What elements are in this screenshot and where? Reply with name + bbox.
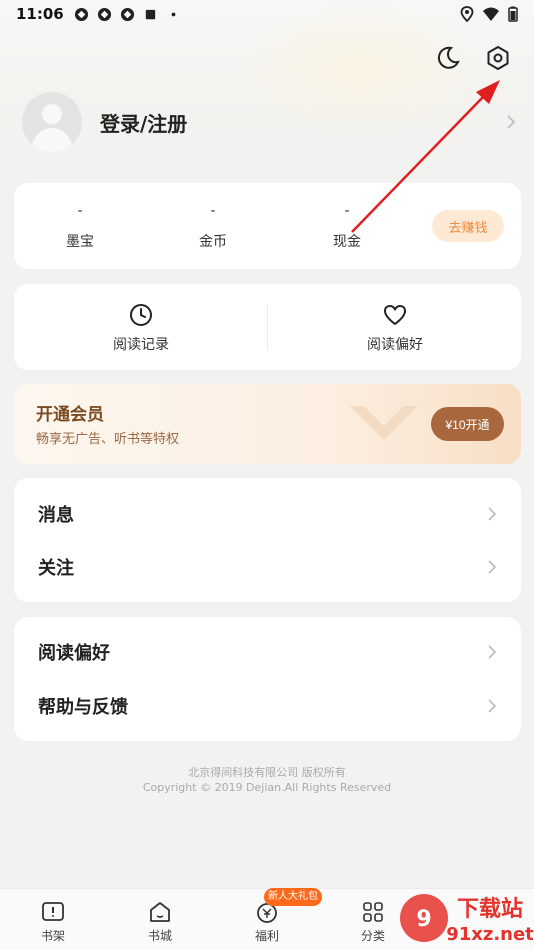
reading-history-button[interactable]: 阅读记录 [14,302,268,354]
wallet-stats-card: - 墨宝 - 金币 - 现金 去赚钱 [14,183,521,269]
vip-purchase-button[interactable]: ¥10开通 [431,407,504,441]
menu-item-label: 帮助与反馈 [38,697,128,718]
avatar[interactable] [22,92,82,152]
reading-preference-button[interactable]: 阅读偏好 [268,302,522,354]
heart-icon [384,305,406,325]
square-notification-icon [145,9,155,19]
menu-item-label: 阅读偏好 [38,643,110,664]
vip-subtitle: 畅享无广告、听书等特权 [36,432,180,447]
tab-label: 福利 [254,929,279,943]
wifi-icon [483,7,499,21]
stat-cash[interactable]: - 现金 [307,203,387,251]
stat-mobao[interactable]: - 墨宝 [40,203,120,251]
clock-icon [130,304,152,326]
dot-icon [171,12,176,16]
svg-text:91xz.net: 91xz.net [446,924,534,945]
bookshelf-icon [42,902,64,921]
stat-label: 现金 [333,234,361,250]
tab-label: 书城 [147,929,172,943]
chevron-right-icon [488,699,497,713]
stat-label: 金币 [199,234,227,250]
stat-label: 墨宝 [66,234,94,250]
menu-item-follow[interactable]: 关注 [14,540,521,594]
menu-item-help-feedback[interactable]: 帮助与反馈 [14,679,521,733]
earn-money-button[interactable]: 去赚钱 [432,210,504,242]
tab-label: 书架 [40,929,65,943]
stat-value: - [210,203,216,219]
chevron-right-icon [488,645,497,659]
app-notification-icon [74,7,88,21]
menu-group-preferences: 阅读偏好 帮助与反馈 [14,617,521,741]
menu-item-label: 关注 [38,558,74,579]
status-bar: 11:06 [0,0,534,28]
chevron-right-icon [488,560,497,574]
stat-value: - [344,203,350,219]
vip-title: 开通会员 [36,405,104,425]
stat-value: - [77,203,83,219]
settings-icon[interactable] [484,44,512,72]
profile-login-row[interactable]: 登录/注册 [22,92,520,152]
home-icon [150,902,170,922]
reading-history-label: 阅读记录 [113,337,169,353]
svg-text:9: 9 [416,907,431,932]
chevron-right-icon [507,115,516,129]
svg-text:下载站: 下载站 [457,896,523,922]
grid-icon [363,902,383,922]
night-mode-icon[interactable] [434,44,462,72]
quick-access-card: 阅读记录 阅读偏好 [14,284,521,370]
stat-coins[interactable]: - 金币 [173,203,253,251]
vip-membership-card[interactable]: 开通会员 畅享无广告、听书等特权 ¥10开通 [14,384,521,464]
menu-item-label: 消息 [38,505,74,526]
app-notification-icon [120,7,134,21]
tab-bookstore[interactable]: 书城 [130,899,190,944]
location-icon [460,6,474,22]
copyright-company: 北京得间科技有限公司 版权所有 [188,766,346,779]
vip-decoration-icon [350,406,418,440]
chevron-right-icon [488,507,497,521]
copyright-notice: Copyright © 2019 Dejian.All Rights Reser… [142,781,392,794]
status-time: 11:06 [16,5,64,23]
site-watermark-logo: 9 下载站 91xz.net [400,894,534,945]
menu-item-messages[interactable]: 消息 [14,487,521,541]
battery-icon [508,6,518,22]
menu-group-messages: 消息 关注 [14,478,521,602]
login-register-label[interactable]: 登录/注册 [100,108,187,137]
reading-preference-label: 阅读偏好 [367,337,423,353]
app-notification-icon [97,7,111,21]
new-user-gift-badge: 新人大礼包 [264,888,322,906]
menu-item-reading-preference[interactable]: 阅读偏好 [14,625,521,679]
tab-bookshelf[interactable]: 书架 [23,899,83,944]
